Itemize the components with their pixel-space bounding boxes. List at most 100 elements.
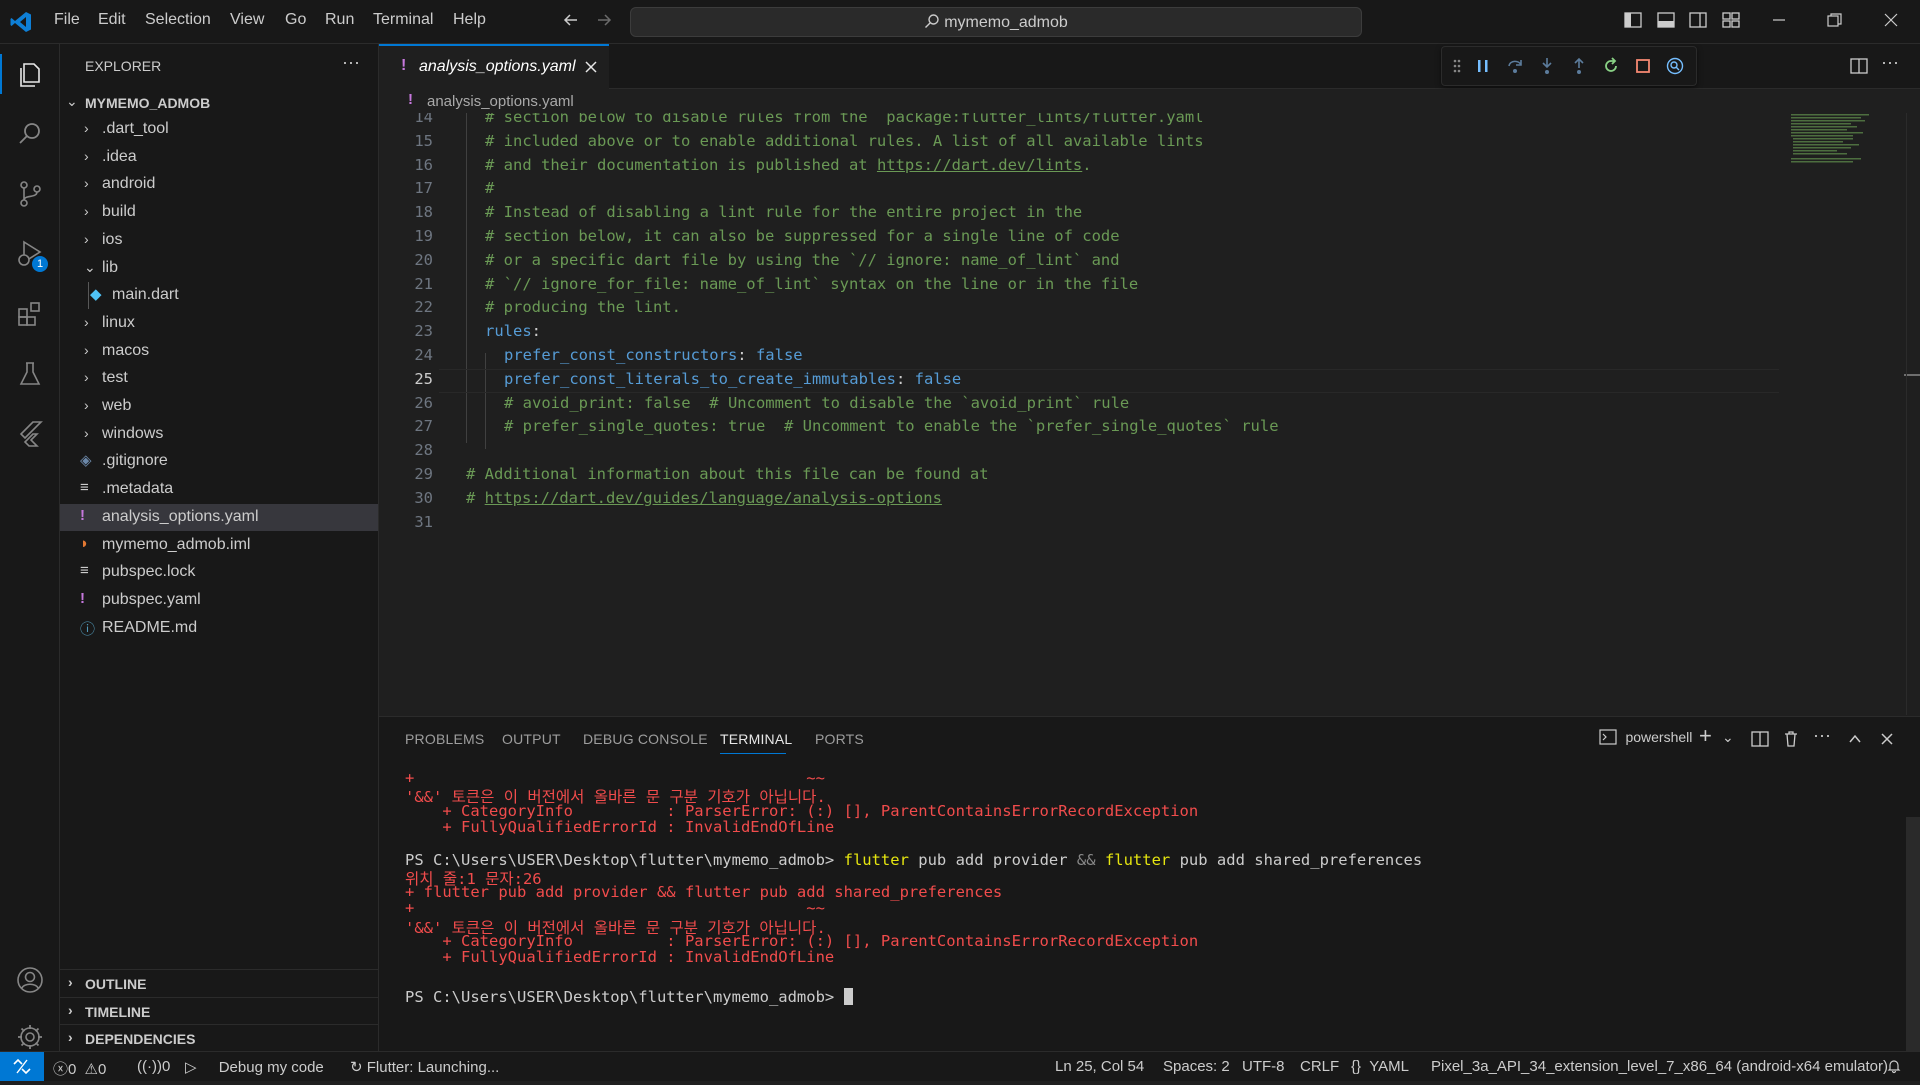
minimap[interactable] [1789,113,1889,173]
menu-selection[interactable]: Selection [145,11,211,29]
run-and-debug-icon[interactable]: 1 [12,236,48,272]
terminal-scrollbar[interactable] [1906,817,1920,1052]
tree-item-label: mymemo_admob.iml [102,535,251,553]
back-arrow-icon[interactable] [561,10,581,30]
language-mode[interactable]: {} YAML [1351,1058,1409,1075]
menu-view[interactable]: View [230,11,264,29]
notifications-bell-icon[interactable] [1886,1058,1902,1078]
encoding[interactable]: UTF-8 [1242,1058,1285,1075]
cursor-position[interactable]: Ln 25, Col 54 [1055,1058,1144,1075]
debug-config-status[interactable]: ▷ Debug my code [185,1058,324,1076]
problems-status[interactable]: ⓧ0 ⚠0 [53,1058,106,1079]
restore-window-icon[interactable] [1825,12,1843,28]
split-terminal-icon[interactable] [1751,731,1769,752]
stop-icon[interactable] [1634,57,1652,75]
toggle-primary-sidebar-icon[interactable] [1624,12,1642,28]
code-editor[interactable]: 14 # section below to disable rules from … [379,113,1920,715]
tab-terminal[interactable]: TERMINAL [720,731,792,747]
tree-item-dart-tool[interactable]: › .dart_tool [60,116,378,143]
tab-problems[interactable]: PROBLEMS [405,731,484,747]
testing-flask-icon[interactable] [12,356,48,392]
toggle-secondary-sidebar-icon[interactable] [1689,12,1707,28]
terminal-output[interactable]: + ~~ '&&' 토큰은 이 버전에서 올바른 문 구분 기호가 아닙니다. +… [405,769,1885,1049]
tree-item-ios[interactable]: › ios [60,227,378,254]
terminal-dropdown-icon[interactable]: ⌄ [1722,729,1734,746]
tree-item-pubspec-lock[interactable]: ≡ pubspec.lock [60,559,378,586]
tree-item-idea[interactable]: › .idea [60,144,378,171]
menu-terminal[interactable]: Terminal [373,11,433,29]
tree-item-android[interactable]: › android [60,171,378,198]
tree-item-test[interactable]: › test [60,365,378,392]
extensions-icon[interactable] [12,296,48,332]
toggle-panel-icon[interactable] [1657,12,1675,28]
outline-section[interactable]: › OUTLINE [60,969,378,997]
tab-output[interactable]: OUTPUT [502,731,561,747]
tree-item-web[interactable]: › web [60,393,378,420]
timeline-section[interactable]: › TIMELINE [60,997,378,1025]
command-center-search[interactable]: mymemo_admob [630,7,1362,37]
step-out-icon[interactable] [1570,57,1588,75]
explorer-root-folder[interactable]: ⌄ MYMEMO_ADMOB [60,89,378,116]
breadcrumb-file[interactable]: analysis_options.yaml [427,93,574,110]
tree-item-windows[interactable]: › windows [60,421,378,448]
trash-icon[interactable] [1782,730,1800,753]
url-link[interactable]: https://dart.dev/lints [877,156,1082,174]
explorer-icon[interactable] [12,56,48,92]
close-window-icon[interactable] [1882,12,1900,28]
end-of-line[interactable]: CRLF [1300,1058,1339,1075]
remote-indicator[interactable] [0,1052,44,1081]
customize-layout-icon[interactable] [1722,12,1740,28]
settings-gear-icon[interactable] [12,1019,48,1055]
close-tab-icon[interactable] [584,56,598,79]
ports-status[interactable]: ((·))0 [137,1058,170,1075]
minimize-window-icon[interactable] [1770,12,1788,28]
inspect-widget-icon[interactable] [1666,57,1684,75]
tree-item-mymemo-admob-iml[interactable]: ◗ mymemo_admob.iml [60,532,378,559]
tree-item-build[interactable]: › build [60,199,378,226]
tree-item-macos[interactable]: › macos [60,338,378,365]
search-view-icon[interactable] [12,116,48,152]
tab-debug-console[interactable]: DEBUG CONSOLE [583,731,708,747]
source-control-icon[interactable] [12,176,48,212]
editor-vertical-scrollbar[interactable] [1906,113,1920,715]
tree-item-analysis-options-yaml[interactable]: ! analysis_options.yaml [60,503,378,531]
drag-handle-icon[interactable] [1448,57,1466,75]
tree-item-gitignore[interactable]: ◈ .gitignore [60,448,378,475]
url-link[interactable]: https://dart.dev/guides/language/analysi… [485,489,942,507]
pause-icon[interactable] [1474,57,1492,75]
restart-icon[interactable] [1602,57,1620,75]
terminal-shell-selector[interactable]: powershell [1599,729,1692,751]
menu-go[interactable]: Go [285,11,306,29]
forward-arrow-icon[interactable] [594,10,614,30]
tab-analysis-options[interactable]: ! analysis_options.yaml [379,44,609,90]
tree-item-readme-md[interactable]: ⓘ README.md [60,615,378,642]
step-into-icon[interactable] [1538,57,1556,75]
split-editor-icon[interactable] [1850,58,1868,79]
panel-more-icon[interactable]: ··· [1813,725,1831,746]
more-actions-icon[interactable]: ··· [342,52,360,73]
menu-run[interactable]: Run [325,11,354,29]
indentation[interactable]: Spaces: 2 [1163,1058,1230,1075]
tree-item-pubspec-yaml[interactable]: ! pubspec.yaml [60,587,378,614]
maximize-panel-icon[interactable] [1847,731,1863,752]
menu-file[interactable]: File [54,11,80,29]
close-panel-icon[interactable] [1879,731,1895,752]
code-line: 17 # [379,177,1779,201]
info-file-icon: ⓘ [80,620,96,638]
accounts-icon[interactable] [12,962,48,998]
step-over-icon[interactable] [1506,57,1524,75]
flutter-icon[interactable] [12,416,48,452]
menu-help[interactable]: Help [453,11,486,29]
new-terminal-icon[interactable]: + [1699,723,1712,749]
tree-item-metadata[interactable]: ≡ .metadata [60,476,378,503]
flutter-device[interactable]: Pixel_3a_API_34_extension_level_7_x86_64… [1431,1058,1888,1075]
menu-edit[interactable]: Edit [98,11,126,29]
tree-item-main-dart[interactable]: ◆ main.dart [60,282,378,309]
explorer-title: EXPLORER [85,58,162,74]
tab-ports[interactable]: PORTS [815,731,864,747]
editor-more-actions-icon[interactable]: ··· [1881,52,1899,73]
tree-item-lib[interactable]: ⌄ lib [60,255,378,282]
flutter-status[interactable]: ↻ Flutter: Launching... [350,1058,499,1076]
tree-item-linux[interactable]: › linux [60,310,378,337]
dependencies-section[interactable]: › DEPENDENCIES [60,1024,378,1052]
